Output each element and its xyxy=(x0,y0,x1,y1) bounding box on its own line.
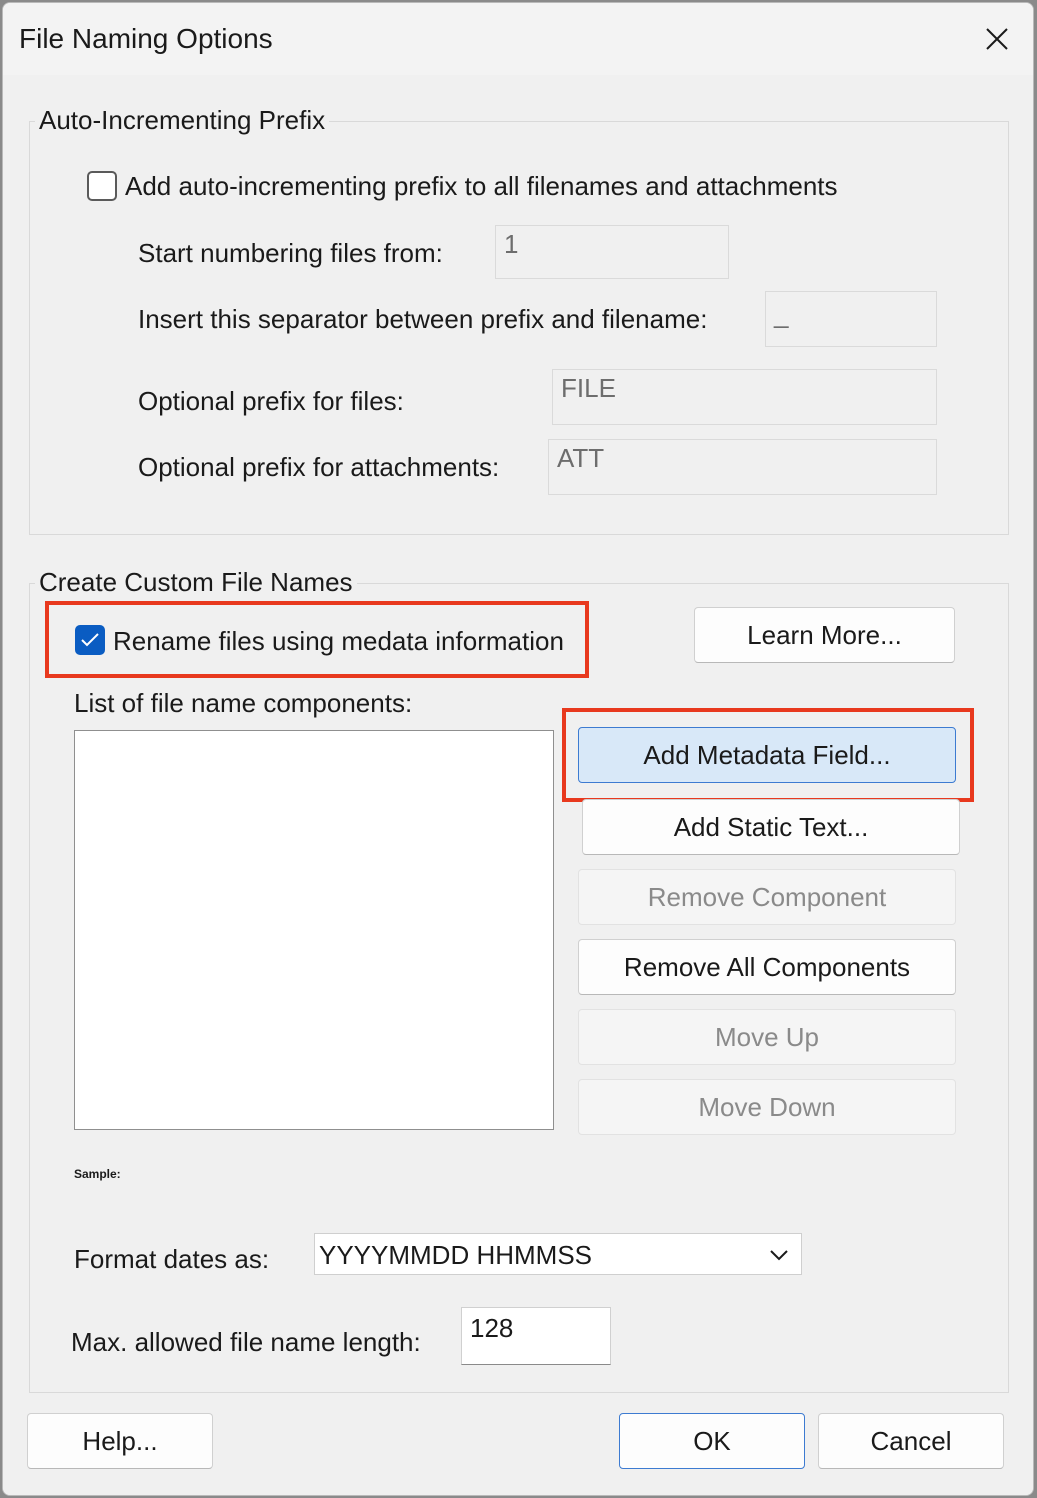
date-format-label: Format dates as: xyxy=(74,1244,270,1274)
file-naming-options-dialog: File Naming Options Auto-Incrementing Pr… xyxy=(2,2,1034,1496)
add-static-text-button[interactable]: Add Static Text... xyxy=(582,799,960,855)
help-button[interactable]: Help... xyxy=(27,1413,213,1469)
window-title: File Naming Options xyxy=(19,23,273,54)
start-numbering-label: Start numbering files from: xyxy=(138,238,443,268)
move-up-button[interactable]: Move Up xyxy=(578,1009,956,1065)
file-prefix-field[interactable]: FILE xyxy=(552,369,937,425)
start-numbering-field[interactable]: 1 xyxy=(495,225,729,279)
date-format-dropdown[interactable]: YYYYMMDD HHMMSS xyxy=(314,1233,802,1275)
remove-all-components-button[interactable]: Remove All Components xyxy=(578,939,956,995)
close-button[interactable] xyxy=(971,13,1023,65)
checkmark-icon xyxy=(81,633,99,647)
separator-label: Insert this separator between prefix and… xyxy=(138,304,708,334)
custom-names-legend: Create Custom File Names xyxy=(35,567,357,598)
move-down-button[interactable]: Move Down xyxy=(578,1079,956,1135)
max-length-label: Max. allowed file name length: xyxy=(71,1327,421,1357)
dialog-body: Auto-Incrementing Prefix Add auto-increm… xyxy=(3,75,1033,1495)
sample-label: Sample: xyxy=(74,1167,121,1181)
title-bar: File Naming Options xyxy=(3,3,1033,75)
ok-button[interactable]: OK xyxy=(619,1413,805,1469)
close-icon xyxy=(986,28,1008,50)
attach-prefix-label: Optional prefix for attachments: xyxy=(138,452,500,482)
date-format-value: YYYYMMDD HHMMSS xyxy=(319,1240,593,1270)
components-list-label: List of file name components: xyxy=(74,688,413,718)
add-prefix-label[interactable]: Add auto-incrementing prefix to all file… xyxy=(125,171,838,202)
add-metadata-field-button[interactable]: Add Metadata Field... xyxy=(578,727,956,783)
auto-prefix-legend: Auto-Incrementing Prefix xyxy=(35,105,330,136)
add-prefix-checkbox[interactable] xyxy=(87,171,117,201)
learn-more-button[interactable]: Learn More... xyxy=(694,607,955,663)
max-length-field[interactable]: 128 xyxy=(461,1307,611,1365)
rename-checkbox[interactable] xyxy=(75,625,105,655)
cancel-button[interactable]: Cancel xyxy=(818,1413,1004,1469)
chevron-down-icon xyxy=(770,1250,788,1261)
components-listbox[interactable] xyxy=(74,730,554,1130)
remove-component-button[interactable]: Remove Component xyxy=(578,869,956,925)
file-prefix-label: Optional prefix for files: xyxy=(138,386,404,416)
rename-label[interactable]: Rename files using medata information xyxy=(113,626,564,657)
separator-field[interactable]: _ xyxy=(765,291,937,347)
attach-prefix-field[interactable]: ATT xyxy=(548,439,937,495)
